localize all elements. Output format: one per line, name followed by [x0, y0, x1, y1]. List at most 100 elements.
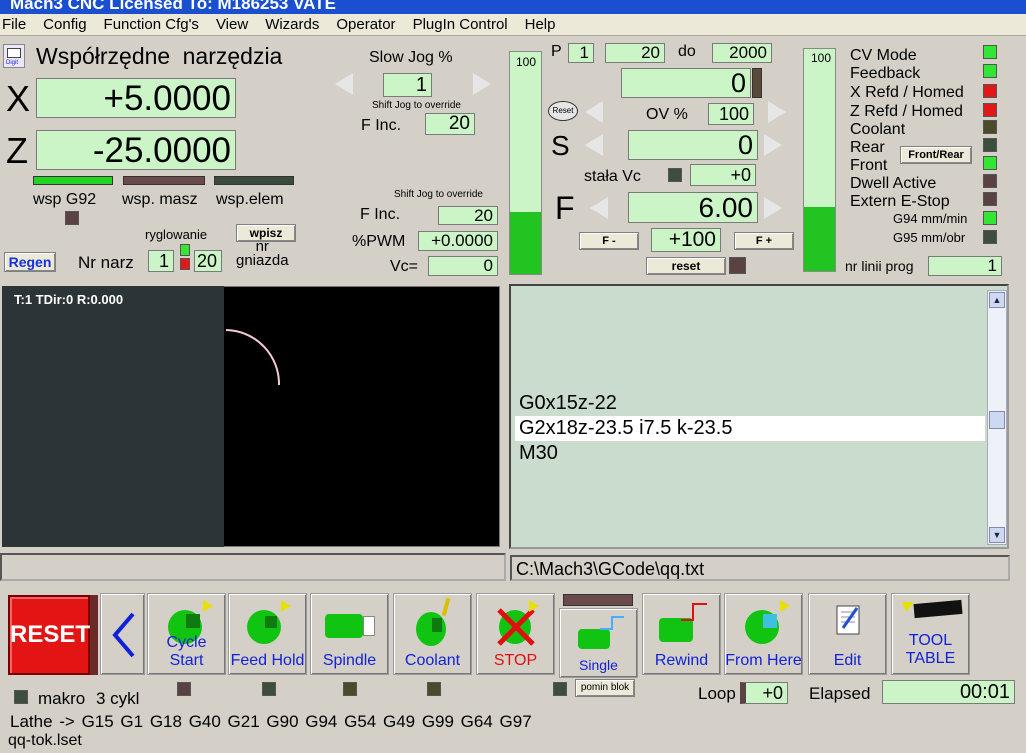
g94-led	[983, 211, 997, 225]
x-refd-led	[983, 84, 997, 98]
front-label: Front	[850, 157, 888, 174]
scroll-up-arrow-icon[interactable]: ▲	[989, 292, 1005, 308]
single-button[interactable]: Single	[559, 608, 638, 678]
coolant-button[interactable]: Coolant	[393, 593, 472, 675]
nr-gniazda-value[interactable]: 20	[194, 250, 222, 272]
spindle-bar-max-label: 100	[516, 55, 537, 69]
dwell-label: Dwell Active	[850, 175, 937, 192]
regen-button[interactable]: Regen	[4, 252, 56, 272]
stop-label: STOP	[493, 652, 538, 669]
ov-down-arrow-icon[interactable]	[585, 101, 603, 123]
f-down-arrow-icon[interactable]	[590, 197, 608, 219]
slow-jog-down-arrow-icon[interactable]	[335, 73, 353, 95]
edit-label: Edit	[833, 652, 862, 669]
z-axis-label: Z	[6, 130, 28, 171]
ryglowanie-led-red	[180, 258, 190, 270]
finc-label-2: F Inc.	[360, 206, 401, 223]
menu-function-cfgs[interactable]: Function Cfg's	[104, 14, 199, 36]
reset-feed-button[interactable]: reset	[646, 257, 726, 275]
f-override-value[interactable]: +100	[651, 228, 721, 252]
ov-up-arrow-icon[interactable]	[768, 101, 786, 123]
from-here-button[interactable]: From Here	[724, 593, 803, 675]
spindle-top-dro[interactable]: 0	[621, 68, 751, 98]
rewind-button[interactable]: Rewind	[642, 593, 721, 675]
p-to-value[interactable]: 2000	[712, 43, 772, 63]
f-dro[interactable]: 6.00	[628, 192, 758, 223]
menu-plugin-control[interactable]: PlugIn Control	[413, 14, 508, 36]
vc-value[interactable]: 0	[428, 256, 498, 276]
cycle-start-button[interactable]: Cycle Start	[147, 593, 226, 675]
window-title: Mach3 CNC Licensed To: M186253 VATE	[10, 0, 336, 13]
stop-button[interactable]: STOP	[476, 593, 555, 675]
stala-vc-label: stała Vc	[584, 168, 641, 185]
reset-button[interactable]: RESET	[8, 595, 90, 675]
toolpath-view[interactable]: T:1 TDir:0 R:0.000	[0, 284, 502, 549]
s-dro[interactable]: 0	[628, 130, 758, 160]
reset-oval-button[interactable]: Reset	[548, 101, 578, 121]
front-rear-button[interactable]: Front/Rear	[900, 146, 972, 164]
edit-button[interactable]: Edit	[808, 593, 887, 675]
modal-state: Lathe -> G15 G1 G18 G40 G21 G90 G94 G54 …	[10, 712, 532, 731]
pwm-value[interactable]: +0.0000	[418, 231, 498, 251]
gcode-line-text: G2x18z-23.5 i7.5 k-23.5	[519, 417, 733, 439]
menu-view[interactable]: View	[216, 14, 248, 36]
front-led	[983, 156, 997, 170]
feedback-led	[983, 64, 997, 78]
menu-wizards[interactable]: Wizards	[265, 14, 319, 36]
menu-operator[interactable]: Operator	[336, 14, 395, 36]
feed-hold-flag-icon	[281, 600, 291, 612]
back-button[interactable]	[100, 593, 145, 675]
profile-name: qq-tok.lset	[8, 732, 82, 749]
f-plus-button[interactable]: F +	[734, 232, 794, 250]
pomin-blok-button[interactable]: pomin blok	[575, 679, 635, 697]
scroll-thumb[interactable]	[989, 411, 1005, 429]
feed-hold-button[interactable]: Feed Hold	[228, 593, 307, 675]
finc-value-1[interactable]: 20	[425, 113, 475, 135]
x-dro[interactable]: +5.0000	[36, 78, 236, 118]
dro-title: Współrzędne narzędzia	[36, 43, 283, 69]
s-label: S	[551, 130, 570, 161]
finc-value-2[interactable]: 20	[438, 206, 498, 225]
spindle-button[interactable]: Spindle	[310, 593, 389, 675]
spindle-icon-tip	[363, 616, 375, 636]
f-minus-button[interactable]: F -	[579, 232, 639, 250]
loop-value[interactable]: +0	[740, 682, 788, 704]
tool-table-label: TOOL TABLE	[905, 632, 956, 667]
s-up-arrow-icon[interactable]	[764, 134, 782, 156]
gcode-scrollbar[interactable]: ▲ ▼	[987, 290, 1007, 545]
spindle-load-fill	[510, 211, 541, 274]
feed-hold-led	[262, 682, 276, 696]
menu-help[interactable]: Help	[525, 14, 556, 36]
tool-table-button[interactable]: TOOL TABLE	[891, 593, 970, 675]
stop-x-icon	[497, 608, 535, 646]
slow-jog-up-arrow-icon[interactable]	[473, 73, 491, 95]
ov-value[interactable]: 100	[708, 103, 754, 125]
single-arrow-icon	[600, 616, 624, 630]
p-label: P	[551, 43, 562, 60]
gcode-panel[interactable]: G0x15z-22 G2x18z-23.5 i7.5 k-23.5 M30 ▲ …	[509, 284, 1009, 549]
cycle-start-flag-icon	[203, 600, 213, 612]
gcode-file-path-text: C:\Mach3\GCode\qq.txt	[516, 559, 705, 579]
spindle-led	[343, 682, 357, 696]
p-value[interactable]: 1	[568, 43, 594, 63]
f-up-arrow-icon[interactable]	[764, 197, 782, 219]
menu-config[interactable]: Config	[43, 14, 86, 36]
dwell-led	[983, 174, 997, 188]
p-from-value[interactable]: 20	[605, 43, 665, 63]
spindle-load-bar	[509, 51, 542, 275]
nr-linii-value[interactable]: 1	[928, 256, 1002, 276]
digitize-icon[interactable]: Digit	[3, 44, 25, 68]
scroll-down-arrow-icon[interactable]: ▼	[989, 527, 1005, 543]
ryglowanie-label: ryglowanie	[145, 227, 208, 242]
nr-narz-value[interactable]: 1	[148, 250, 174, 272]
z-dro[interactable]: -25.0000	[36, 130, 236, 170]
spindle-label: Spindle	[322, 652, 377, 669]
menu-file[interactable]: File	[2, 14, 26, 36]
ryglowanie-led-green	[180, 244, 190, 256]
stala-vc-value[interactable]: +0	[690, 164, 756, 186]
s-down-arrow-icon[interactable]	[585, 134, 603, 156]
chevron-left-icon	[112, 612, 135, 658]
wsp-masz-indicator	[123, 176, 205, 185]
slow-jog-value[interactable]: 1	[383, 73, 432, 97]
stala-vc-led	[668, 168, 682, 182]
